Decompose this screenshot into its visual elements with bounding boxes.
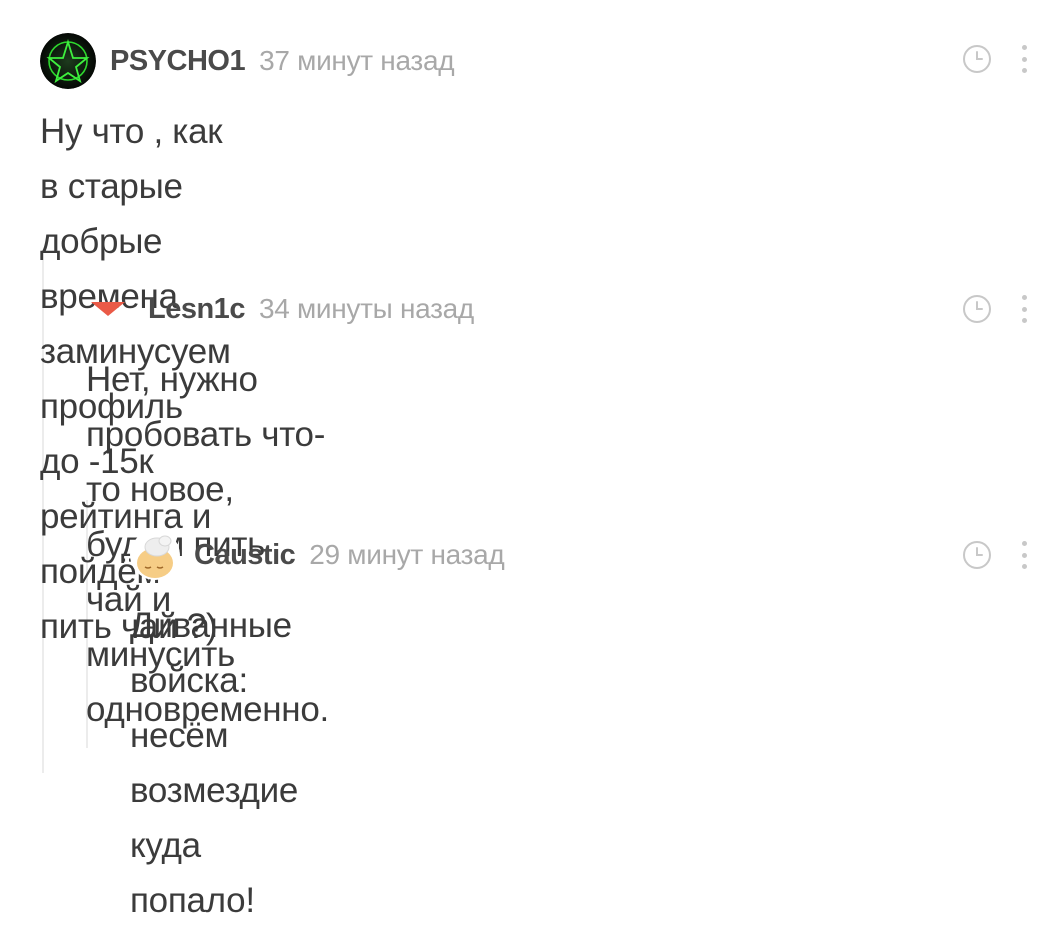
comment-text-line: попало! bbox=[130, 881, 255, 920]
comment-actions bbox=[962, 294, 1028, 324]
clock-icon[interactable] bbox=[962, 44, 992, 74]
comment-text-line: Ну что , как в старые добрые времена зам… bbox=[40, 112, 231, 371]
username[interactable]: PSYCHO1 bbox=[110, 45, 246, 78]
triangle-down-icon[interactable] bbox=[88, 298, 128, 320]
more-options-icon[interactable] bbox=[1020, 45, 1028, 73]
user-avatar[interactable] bbox=[40, 33, 96, 89]
clock-icon[interactable] bbox=[962, 294, 992, 324]
username[interactable]: Caustic bbox=[194, 539, 296, 572]
comment-time[interactable]: 29 минут назад bbox=[309, 539, 504, 571]
user-avatar[interactable] bbox=[130, 530, 180, 580]
comment-header: Lesn1c 34 минуты назад bbox=[88, 289, 474, 329]
comment-time[interactable]: 37 минут назад bbox=[259, 45, 454, 77]
comment-text: Диванные войска: несём возмездие куда по… bbox=[130, 598, 298, 928]
comment-actions bbox=[962, 44, 1028, 74]
more-options-icon[interactable] bbox=[1020, 541, 1028, 569]
comment-text-line: Диванные войска: несём возмездие куда bbox=[130, 606, 299, 865]
username[interactable]: Lesn1c bbox=[148, 293, 245, 326]
comment-header: Caustic 29 минут назад bbox=[130, 530, 505, 580]
comment-header: PSYCHO1 37 минут назад bbox=[40, 33, 455, 89]
clock-icon[interactable] bbox=[962, 540, 992, 570]
green-pentagram-avatar-icon bbox=[40, 33, 96, 89]
comment-time[interactable]: 34 минуты назад bbox=[259, 293, 474, 325]
sleepy-bun-avatar-icon bbox=[130, 530, 180, 580]
more-options-icon[interactable] bbox=[1020, 295, 1028, 323]
comment-actions bbox=[962, 540, 1028, 570]
